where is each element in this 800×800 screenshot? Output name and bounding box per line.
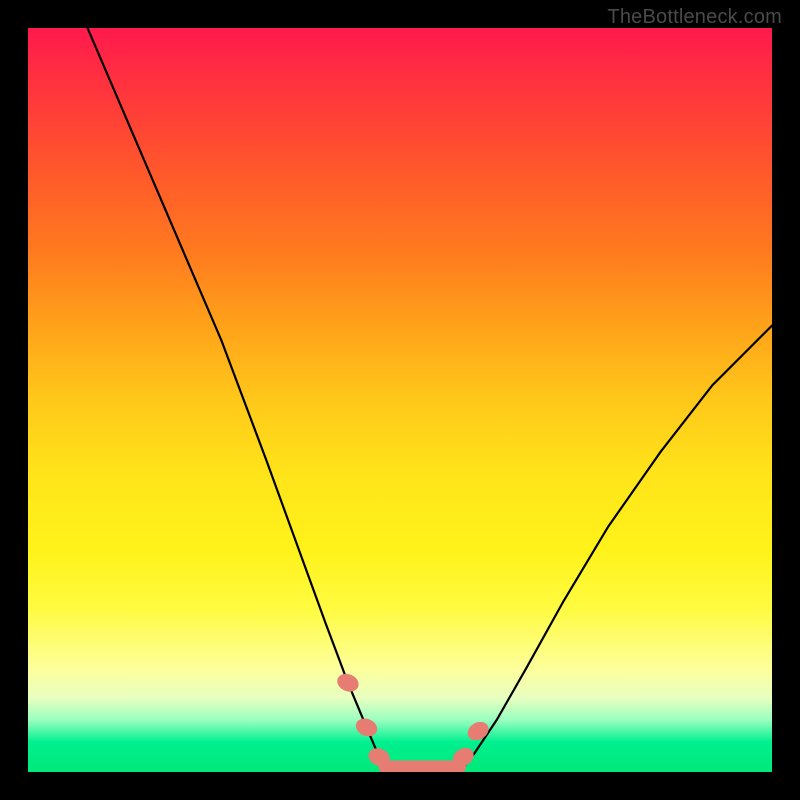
curve-marker [464, 718, 492, 744]
chart-frame: TheBottleneck.com [0, 0, 800, 800]
curve-marker [353, 715, 380, 739]
bottleneck-curve [88, 28, 772, 772]
attribution-text: TheBottleneck.com [607, 6, 782, 29]
plot-area [28, 28, 772, 772]
curve-overlay [28, 28, 772, 772]
curve-marker [335, 671, 362, 695]
